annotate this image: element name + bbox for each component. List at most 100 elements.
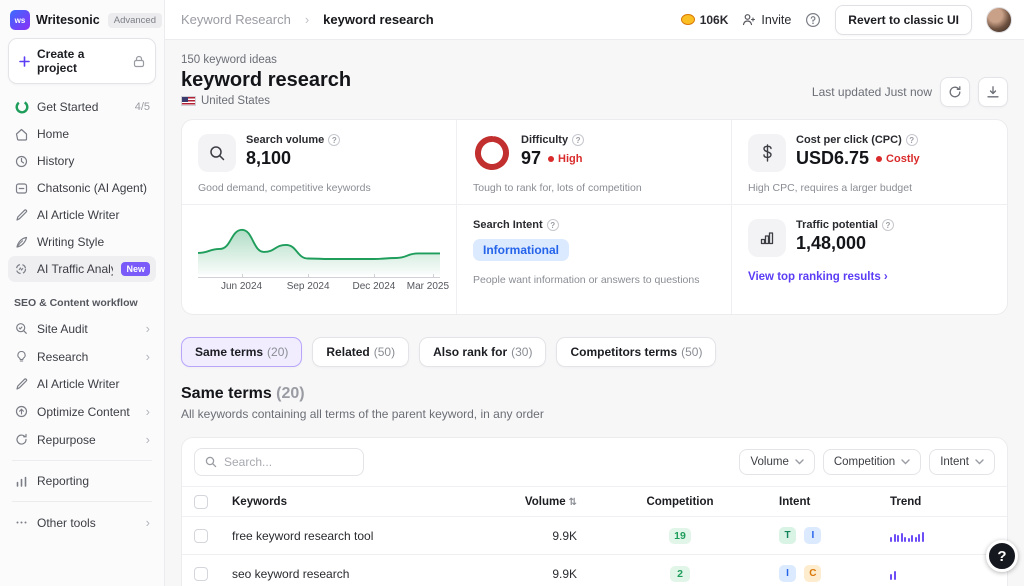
sidebar-item-label: Reporting — [37, 474, 150, 488]
tab-count: (50) — [681, 345, 702, 359]
view-top-ranking-link[interactable]: View top ranking results › — [748, 271, 888, 283]
keyword-cell[interactable]: seo keyword research — [232, 567, 505, 581]
column-competition[interactable]: Competition — [605, 496, 755, 508]
row-checkbox[interactable] — [194, 567, 208, 581]
stats-panel: Search volume? 8,100 Good demand, compet… — [181, 119, 1008, 315]
tab-count: (50) — [374, 345, 395, 359]
sidebar-item-label: Home — [37, 127, 150, 141]
table-header-row: Keywords Volume⇅ Competition Intent Tren… — [182, 486, 1007, 516]
chevron-right-icon: › — [146, 404, 150, 419]
site-audit-icon — [14, 322, 29, 335]
level-dot-icon — [548, 156, 554, 162]
app-window: ws Writesonic Advanced Create a project … — [0, 0, 1024, 586]
sort-icon[interactable]: ⇅ — [569, 497, 577, 508]
section-count: (20) — [276, 385, 304, 402]
quill-icon — [14, 236, 29, 249]
sidebar-item-other-tools[interactable]: Other tools › — [8, 509, 156, 536]
level-dot-icon — [876, 156, 882, 162]
tab-related[interactable]: Related(50) — [312, 337, 409, 367]
sidebar-item-writing-style[interactable]: Writing Style — [8, 229, 156, 255]
sidebar-item-label: Repurpose — [37, 433, 138, 447]
intent-badge: C — [804, 565, 821, 582]
search-intent-label: Search Intent — [473, 219, 543, 231]
volume-cell: 9.9K — [505, 529, 605, 543]
axis-tick — [433, 274, 434, 278]
sidebar-item-get-started[interactable]: Get Started 4/5 — [8, 94, 156, 120]
bar-chart-icon — [14, 475, 29, 488]
sidebar-item-chatsonic[interactable]: Chatsonic (AI Agent) — [8, 175, 156, 201]
row-checkbox[interactable] — [194, 529, 208, 543]
create-project-button[interactable]: Create a project — [8, 38, 156, 84]
sidebar-item-site-audit[interactable]: Site Audit › — [8, 315, 156, 342]
tab-label: Same terms — [195, 345, 263, 359]
breadcrumb-parent[interactable]: Keyword Research — [181, 12, 291, 27]
cpc-card: Cost per click (CPC)? USD6.75 Costly Hig… — [732, 120, 1007, 204]
tab-same-terms[interactable]: Same terms(20) — [181, 337, 302, 367]
sidebar-item-label: AI Traffic Analytics — [37, 262, 113, 276]
home-icon — [14, 128, 29, 141]
difficulty-caption: Tough to rank for, lots of competition — [473, 182, 642, 194]
download-button[interactable] — [978, 77, 1008, 107]
help-fab-button[interactable]: ? — [986, 540, 1018, 572]
credits-counter[interactable]: 106K — [681, 13, 729, 27]
history-icon — [14, 155, 29, 168]
help-icon[interactable] — [805, 12, 821, 28]
trend-sparkline — [890, 568, 995, 580]
tab-competitors-terms[interactable]: Competitors terms (50) — [556, 337, 716, 367]
cpc-value: USD6.75 — [796, 148, 869, 169]
info-icon[interactable]: ? — [882, 219, 894, 231]
table-row[interactable]: seo keyword research 9.9K 2 I C — [182, 554, 1007, 586]
tab-count: (30) — [511, 345, 532, 359]
credits-value: 106K — [700, 13, 729, 27]
sidebar-item-ai-article-writer[interactable]: AI Article Writer — [8, 202, 156, 228]
info-icon[interactable]: ? — [547, 219, 559, 231]
filter-volume-dropdown[interactable]: Volume — [739, 449, 814, 475]
filter-competition-dropdown[interactable]: Competition — [823, 449, 921, 475]
refresh-button[interactable] — [940, 77, 970, 107]
sidebar-item-home[interactable]: Home — [8, 121, 156, 147]
sidebar-item-history[interactable]: History — [8, 148, 156, 174]
search-volume-card: Search volume? 8,100 Good demand, compet… — [182, 120, 457, 204]
info-icon[interactable]: ? — [572, 134, 584, 146]
chevron-down-icon — [795, 459, 804, 465]
volume-cell: 9.9K — [505, 567, 605, 581]
traffic-potential-label: Traffic potential — [796, 219, 878, 231]
keyword-cell[interactable]: free keyword research tool — [232, 529, 505, 543]
sidebar-item-research[interactable]: Research › — [8, 343, 156, 370]
sidebar-item-optimize-content[interactable]: Optimize Content › — [8, 398, 156, 425]
search-volume-label: Search volume — [246, 134, 324, 146]
info-icon[interactable]: ? — [906, 134, 918, 146]
revert-classic-ui-button[interactable]: Revert to classic UI — [835, 5, 972, 35]
sidebar-item-reporting[interactable]: Reporting — [8, 468, 156, 494]
competition-badge: 2 — [670, 566, 690, 582]
filter-intent-dropdown[interactable]: Intent — [929, 449, 995, 475]
tab-label: Competitors terms — [570, 345, 677, 359]
table-row[interactable]: free keyword research tool 9.9K 19 T I — [182, 516, 1007, 554]
sidebar-item-label: History — [37, 154, 150, 168]
column-keywords[interactable]: Keywords — [232, 496, 505, 508]
tab-label: Also rank for — [433, 345, 507, 359]
result-tabs: Same terms(20) Related(50) Also rank for… — [181, 337, 1008, 367]
select-all-checkbox[interactable] — [194, 495, 208, 509]
column-trend[interactable]: Trend — [890, 496, 995, 508]
sidebar-item-ai-traffic-analytics[interactable]: AI Traffic Analytics New — [8, 256, 156, 282]
keyword-ideas-count: 150 keyword ideas — [181, 54, 351, 66]
table-search-box[interactable] — [194, 448, 364, 476]
sidebar-item-repurpose[interactable]: Repurpose › — [8, 426, 156, 453]
tab-also-rank-for[interactable]: Also rank for (30) — [419, 337, 546, 367]
search-input[interactable] — [224, 455, 344, 469]
user-avatar[interactable] — [986, 7, 1012, 33]
analytics-icon — [14, 263, 29, 276]
section-title: Same terms — [181, 385, 272, 402]
sidebar-item-label: Other tools — [37, 516, 138, 530]
column-volume[interactable]: Volume⇅ — [505, 496, 605, 508]
invite-button[interactable]: Invite — [742, 13, 791, 27]
sidebar: ws Writesonic Advanced Create a project … — [0, 0, 165, 586]
info-icon[interactable]: ? — [328, 134, 340, 146]
brand-name: Writesonic — [36, 13, 102, 27]
column-intent[interactable]: Intent — [755, 496, 890, 508]
sidebar-item-ai-article-writer-2[interactable]: AI Article Writer — [8, 371, 156, 397]
chevron-down-icon — [901, 459, 910, 465]
filter-label: Competition — [834, 456, 895, 468]
intent-pill: Informational — [473, 239, 569, 261]
